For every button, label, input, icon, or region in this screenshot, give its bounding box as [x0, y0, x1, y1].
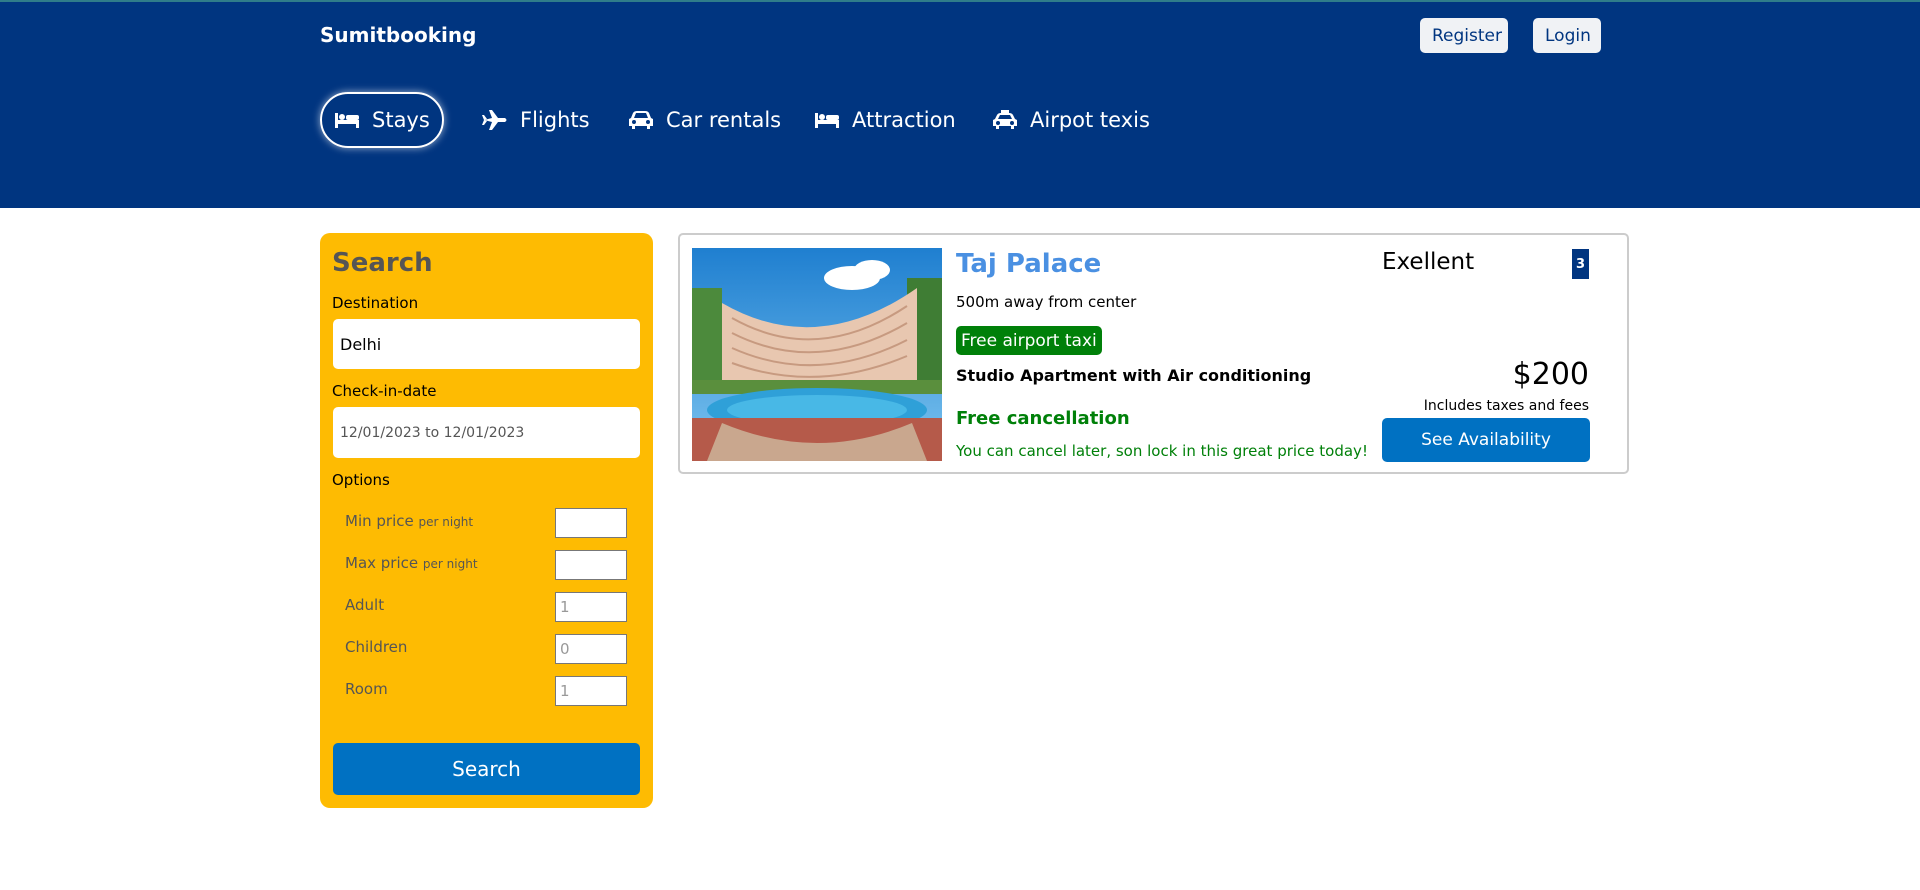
taxi-icon: [993, 110, 1017, 129]
destination-input[interactable]: Delhi: [333, 319, 640, 369]
nav-item-stays[interactable]: Stays: [320, 92, 444, 148]
search-panel: Search Destination Delhi Check-in-date 1…: [320, 233, 653, 808]
option-label: Max price: [345, 554, 419, 572]
children-input[interactable]: 0: [555, 634, 627, 664]
search-result-item: Taj Palace 500m away from center Free ai…: [678, 233, 1629, 474]
login-button[interactable]: Login: [1533, 18, 1601, 53]
bed-icon: [335, 113, 359, 128]
room-input[interactable]: 1: [555, 676, 627, 706]
rating-badge: 3: [1572, 249, 1589, 279]
option-max-price: Max price per night: [345, 550, 635, 582]
min-price-input[interactable]: [555, 508, 627, 538]
nav-label: Car rentals: [666, 108, 782, 132]
option-note: per night: [418, 515, 474, 529]
nav-item-car-rentals[interactable]: Car rentals: [628, 92, 781, 148]
options-label: Options: [332, 471, 390, 489]
logo[interactable]: Sumitbooking: [320, 23, 476, 47]
option-label: Room: [345, 680, 388, 698]
nav-item-flights[interactable]: Flights: [482, 92, 590, 148]
nav-item-attraction[interactable]: Attraction: [814, 92, 956, 148]
search-button[interactable]: Search: [333, 743, 640, 795]
plane-icon: [482, 110, 507, 130]
rating-text: Exellent: [1382, 249, 1475, 275]
option-adult: Adult 1: [345, 592, 635, 624]
nav-label: Stays: [372, 108, 430, 132]
option-note: per night: [422, 557, 478, 571]
register-button[interactable]: Register: [1420, 18, 1508, 53]
option-label: Adult: [345, 596, 385, 614]
room-description: Studio Apartment with Air conditioning: [956, 366, 1312, 385]
nav-label: Attraction: [852, 108, 956, 132]
cancellation-title: Free cancellation: [956, 408, 1130, 429]
hotel-photo: [692, 248, 942, 461]
see-availability-button[interactable]: See Availability: [1382, 418, 1590, 462]
hotel-name[interactable]: Taj Palace: [956, 249, 1101, 279]
option-children: Children 0: [345, 634, 635, 666]
taxes-note: Includes taxes and fees: [1423, 398, 1589, 414]
cancellation-subtitle: You can cancel later, son lock in this g…: [956, 442, 1368, 460]
header: Sumitbooking Register Login Stays Flight…: [0, 0, 1920, 208]
option-room: Room 1: [345, 676, 635, 708]
distance-text: 500m away from center: [956, 293, 1137, 311]
option-min-price: Min price per night: [345, 508, 635, 540]
taxi-badge: Free airport taxi: [956, 326, 1102, 355]
car-icon: [629, 111, 653, 129]
price: $200: [1512, 357, 1589, 392]
bed-icon: [815, 113, 839, 128]
destination-label: Destination: [332, 294, 419, 312]
nav-label: Flights: [520, 108, 590, 132]
search-title: Search: [332, 248, 433, 278]
option-label: Children: [345, 638, 408, 656]
max-price-input[interactable]: [555, 550, 627, 580]
checkin-date-input[interactable]: 12/01/2023 to 12/01/2023: [333, 407, 640, 458]
option-label: Min price: [345, 512, 414, 530]
hotel-image[interactable]: [692, 248, 942, 461]
nav-item-airport-taxis[interactable]: Airpot texis: [992, 92, 1150, 148]
adult-input[interactable]: 1: [555, 592, 627, 622]
nav-bar: Stays Flights Car rentals Attraction Air…: [320, 92, 1220, 148]
nav-label: Airpot texis: [1030, 108, 1150, 132]
checkin-label: Check-in-date: [332, 382, 437, 400]
